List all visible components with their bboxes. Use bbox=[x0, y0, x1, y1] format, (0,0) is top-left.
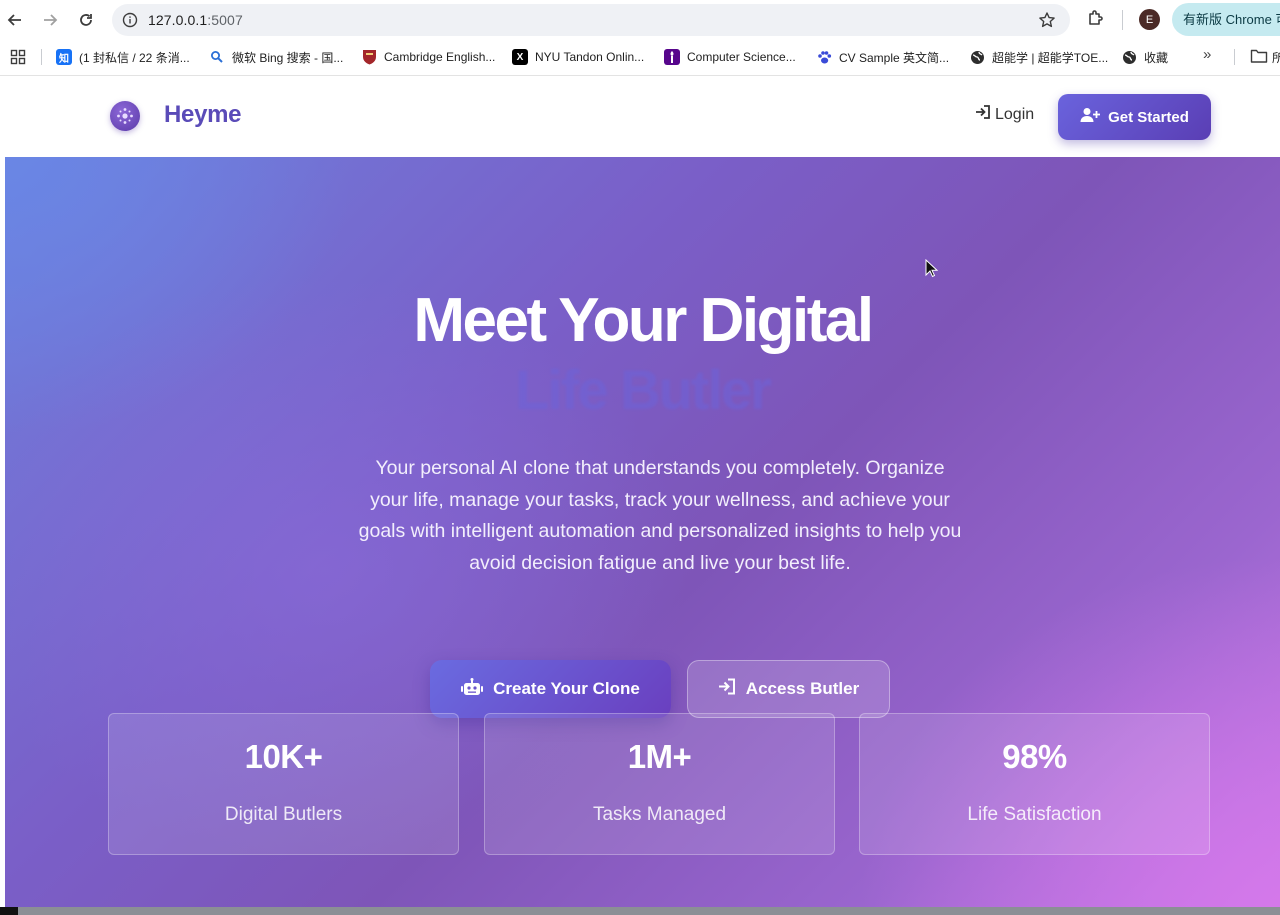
window-bottom-corner bbox=[0, 907, 18, 915]
zhihu-icon: 知 bbox=[56, 49, 72, 65]
sign-in-icon bbox=[718, 678, 736, 700]
bookmark-label: (1 封私信 / 22 条消... bbox=[79, 50, 190, 65]
stat-card-digital-butlers: 10K+ Digital Butlers bbox=[108, 713, 459, 855]
stat-card-tasks-managed: 1M+ Tasks Managed bbox=[484, 713, 835, 855]
user-plus-icon bbox=[1080, 107, 1101, 127]
stat-label: Life Satisfaction bbox=[967, 804, 1102, 825]
stat-value: 98% bbox=[1002, 738, 1067, 775]
logo-icon[interactable] bbox=[110, 101, 140, 131]
chrome-update-button[interactable]: 有新版 Chrome 可 bbox=[1172, 3, 1280, 36]
extensions-puzzle-icon[interactable] bbox=[1086, 8, 1108, 30]
stat-value: 1M+ bbox=[627, 738, 692, 775]
profile-avatar[interactable]: E bbox=[1139, 9, 1160, 30]
bookmark-item-cv-sample[interactable]: CV Sample 英文简... bbox=[816, 40, 949, 74]
mouse-pointer-icon bbox=[925, 258, 939, 278]
stat-label: Digital Butlers bbox=[224, 804, 343, 825]
bookmark-item-bing[interactable]: 微软 Bing 搜索 - 国... bbox=[209, 40, 343, 74]
access-butler-label: Access Butler bbox=[745, 679, 860, 698]
bookmark-label: NYU Tandon Onlin... bbox=[535, 50, 645, 64]
cambridge-shield-icon bbox=[361, 49, 377, 65]
forward-arrow-icon[interactable] bbox=[39, 9, 61, 31]
more-bookmarks-chevron-icon[interactable]: » bbox=[1203, 46, 1211, 63]
bookmark-item-zhihu[interactable]: 知 (1 封私信 / 22 条消... bbox=[56, 40, 190, 74]
url-host: 127.0.0.1 bbox=[148, 12, 208, 28]
bookmark-item-chaonengxue[interactable]: 超能学 | 超能学TOE... bbox=[969, 40, 1108, 74]
folder-label[interactable]: 所 bbox=[1272, 49, 1280, 66]
reload-icon[interactable] bbox=[75, 9, 97, 31]
bookmark-label: CV Sample 英文简... bbox=[839, 50, 950, 65]
globe-icon bbox=[1121, 49, 1137, 65]
window-bottom-strip bbox=[0, 907, 1280, 915]
back-arrow-icon[interactable] bbox=[4, 9, 26, 31]
bookmark-star-icon[interactable] bbox=[1038, 11, 1056, 29]
create-clone-label: Create Your Clone bbox=[493, 679, 640, 698]
hero-section: Meet Your Digital Life Butler Your perso… bbox=[5, 157, 1280, 907]
browser-toolbar: 127.0.0.1:5007 E 有新版 Chrome 可 bbox=[0, 0, 1280, 40]
toolbar-divider bbox=[1122, 10, 1123, 30]
create-clone-button[interactable]: Create Your Clone bbox=[430, 660, 671, 718]
folder-icon[interactable] bbox=[1250, 48, 1268, 64]
bookmark-label: Cambridge English... bbox=[384, 50, 496, 64]
bookmark-item-cambridge[interactable]: Cambridge English... bbox=[361, 40, 495, 74]
sign-in-icon bbox=[975, 104, 991, 125]
bookmark-label: 微软 Bing 搜索 - 国... bbox=[232, 50, 344, 65]
hero-subtitle: Life Butler bbox=[515, 358, 772, 421]
access-butler-button[interactable]: Access Butler bbox=[687, 660, 890, 718]
brand-name[interactable]: Heyme bbox=[164, 101, 242, 129]
bookmark-label: 收藏 bbox=[1144, 50, 1169, 65]
bookmark-item-favorites[interactable]: 收藏 bbox=[1121, 40, 1168, 74]
stat-label: Tasks Managed bbox=[592, 804, 727, 825]
x-logo-icon: X bbox=[512, 49, 528, 65]
login-link[interactable]: Login bbox=[975, 104, 1034, 125]
login-label: Login bbox=[995, 105, 1035, 123]
hero-title: Meet Your Digital bbox=[413, 286, 874, 355]
get-started-button[interactable]: Get Started bbox=[1058, 94, 1211, 140]
url-port: :5007 bbox=[207, 12, 243, 28]
site-header: Heyme Login Get Started bbox=[5, 77, 1280, 157]
hero-description: Your personal AI clone that understands … bbox=[358, 457, 962, 575]
purple-torch-icon bbox=[664, 49, 680, 65]
stat-value: 10K+ bbox=[244, 738, 323, 775]
apps-grid-icon[interactable] bbox=[10, 49, 26, 65]
chrome-update-label: 有新版 Chrome 可 bbox=[1183, 12, 1280, 27]
get-started-label: Get Started bbox=[1108, 108, 1189, 126]
robot-icon bbox=[461, 677, 484, 701]
bookmark-label: 超能学 | 超能学TOE... bbox=[992, 50, 1109, 65]
address-bar[interactable]: 127.0.0.1:5007 bbox=[112, 4, 1070, 36]
bookmark-divider bbox=[1234, 49, 1235, 65]
bookmark-item-computer-science[interactable]: Computer Science... bbox=[664, 40, 796, 74]
globe-icon bbox=[969, 49, 985, 65]
bing-search-icon bbox=[209, 49, 225, 65]
url-text: 127.0.0.1:5007 bbox=[148, 12, 243, 28]
bookmark-label: Computer Science... bbox=[687, 50, 796, 64]
paw-icon bbox=[816, 49, 832, 65]
bookmark-item-nyu-tandon[interactable]: X NYU Tandon Onlin... bbox=[512, 40, 644, 74]
profile-initial: E bbox=[1145, 13, 1154, 26]
bookmark-divider bbox=[41, 49, 42, 65]
site-info-icon[interactable] bbox=[122, 12, 138, 28]
stat-card-life-satisfaction: 98% Life Satisfaction bbox=[859, 713, 1210, 855]
